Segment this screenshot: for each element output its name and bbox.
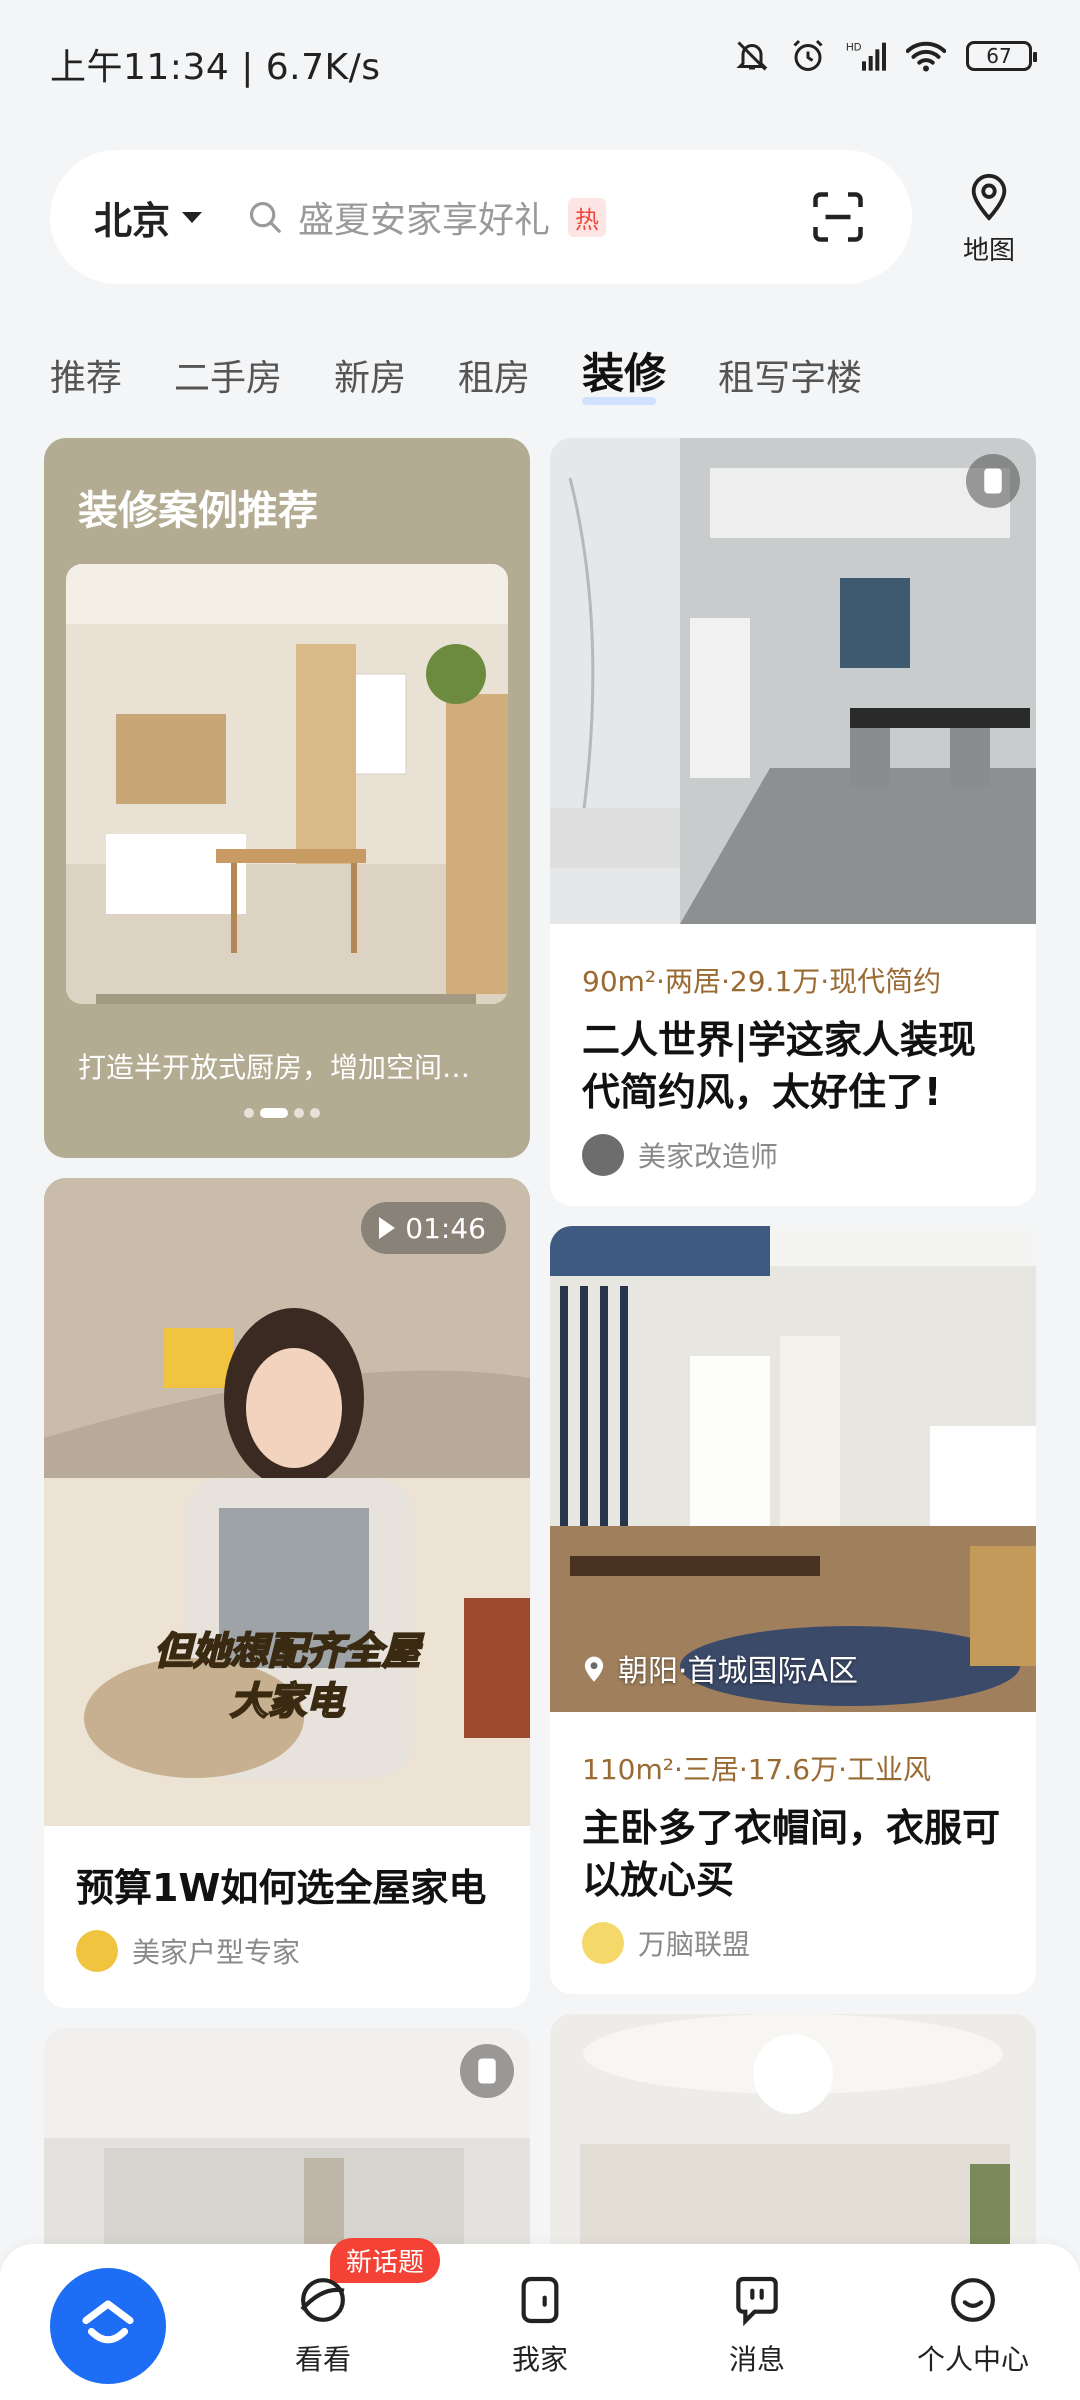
case-card-body: 110m²·三居·17.6万·工业风 主卧多了衣帽间，衣服可以放心买 万脑联盟: [550, 1712, 1036, 1964]
status-icons: HD 67: [734, 38, 1037, 74]
clock-text: 上午11:34: [50, 47, 230, 88]
author-name: 美家改造师: [638, 1140, 779, 1173]
video-duration: 01:46: [361, 1202, 506, 1254]
search-bar[interactable]: 北京 盛夏安家享好礼 热: [50, 150, 912, 284]
duration-text: 01:46: [405, 1211, 486, 1245]
nav-my-home[interactable]: 我家: [470, 2272, 610, 2378]
case-meta: 90m²·两居·29.1万·现代简约: [582, 965, 942, 998]
city-label: 北京: [94, 198, 171, 243]
case-image: 朝阳·首城国际A区: [550, 1226, 1036, 1712]
network-speed: 6.7K/s: [265, 47, 381, 88]
video-thumbnail: 01:46 但她想配齐全屋 大家电: [44, 1178, 530, 1826]
location-text: 朝阳·首城国际A区: [618, 1654, 859, 1689]
mute-bell-icon: [736, 41, 768, 71]
tab-rent[interactable]: 租房: [458, 349, 530, 401]
carousel-dot: [310, 1108, 320, 1118]
tab-renovation[interactable]: 装修: [582, 340, 666, 405]
nav-label: 看看: [294, 2343, 351, 2376]
case-card[interactable]: 90m²·两居·29.1万·现代简约 二人世界|学这家人装现代简约风，太好住了!…: [550, 438, 1036, 1206]
tab-office-rent[interactable]: 租写字楼: [718, 349, 862, 401]
featured-case-card[interactable]: 装修案例推荐 打造半开放式厨房，增加空间…: [44, 438, 530, 1158]
profile-icon: [951, 2278, 995, 2322]
featured-caption: 打造半开放式厨房，增加空间…: [78, 1051, 471, 1084]
battery-icon: 67: [966, 41, 1037, 71]
case-card-body: 90m²·两居·29.1万·现代简约 二人世界|学这家人装现代简约风，太好住了!…: [550, 924, 1036, 1176]
vr-badge: [966, 454, 1020, 508]
carousel-dot-active: [260, 1108, 288, 1118]
overlay-line-1: 但她想配齐全屋: [153, 1628, 421, 1674]
author-name: 美家户型专家: [132, 1936, 301, 1969]
nav-messages[interactable]: 消息: [687, 2272, 827, 2378]
location-pin-icon: [584, 1656, 604, 1682]
map-button[interactable]: 地图: [954, 168, 1024, 267]
nav-label: 我家: [511, 2343, 568, 2376]
scan-icon[interactable]: [808, 187, 868, 247]
svg-text:HD: HD: [846, 42, 862, 54]
video-overlay-caption: 但她想配齐全屋 大家电: [44, 1626, 530, 1726]
location-tag: 朝阳·首城国际A区: [580, 1646, 858, 1690]
nav-explore[interactable]: 看看: [253, 2272, 393, 2378]
bottom-nav: 新话题 看看 我家 消息 个人中心: [0, 2238, 1080, 2400]
status-time: 上午11:34 | 6.7K/s: [50, 47, 381, 88]
vr-icon: [984, 468, 1002, 494]
video-card-body: 预算1W如何选全屋家电 美家户型专家: [44, 1826, 530, 1972]
category-tabs: 推荐 二手房 新房 租房 装修 租写字楼: [50, 340, 914, 405]
message-icon: [736, 2276, 778, 2327]
case-author[interactable]: 万脑联盟: [582, 1922, 1004, 1964]
case-meta: 110m²·三居·17.6万·工业风: [582, 1753, 931, 1786]
case-author[interactable]: 美家改造师: [582, 1134, 1004, 1176]
featured-title: 装修案例推荐: [78, 488, 318, 534]
home-logo-icon: [82, 2300, 134, 2344]
chevron-down-icon: [182, 211, 203, 223]
battery-level: 67: [986, 44, 1012, 68]
tab-new-house[interactable]: 新房: [334, 349, 406, 401]
author-name: 万脑联盟: [638, 1928, 751, 1961]
case-card[interactable]: 朝阳·首城国际A区 110m²·三居·17.6万·工业风 主卧多了衣帽间，衣服可…: [550, 1226, 1036, 1994]
nav-label: 消息: [728, 2343, 785, 2376]
map-pin-icon: [971, 174, 1007, 221]
case-image: [550, 438, 1036, 924]
avatar: [582, 1922, 624, 1964]
signal-icon: HD: [846, 42, 886, 71]
featured-image: [66, 564, 508, 1004]
tab-recommend[interactable]: 推荐: [50, 349, 122, 401]
carousel-dots: [244, 1108, 320, 1118]
map-label: 地图: [962, 236, 1015, 266]
video-card[interactable]: 01:46 但她想配齐全屋 大家电 预算1W如何选全屋家电 美家户型专家: [44, 1178, 530, 2008]
search-icon: [249, 201, 281, 233]
overlay-line-2: 大家电: [229, 1678, 345, 1724]
video-title: 预算1W如何选全屋家电: [76, 1866, 487, 1910]
tab-second-hand[interactable]: 二手房: [174, 349, 282, 401]
home-door-icon: [521, 2276, 559, 2324]
search-input[interactable]: 盛夏安家享好礼: [298, 191, 550, 243]
city-selector[interactable]: 北京: [94, 190, 203, 245]
avatar: [76, 1930, 118, 1972]
status-bar: 上午11:34 | 6.7K/s HD 67: [0, 0, 1080, 120]
nav-label: 个人中心: [916, 2343, 1029, 2376]
vr-icon: [478, 2058, 496, 2084]
vr-badge: [460, 2044, 514, 2098]
alarm-icon: [793, 39, 823, 71]
video-author[interactable]: 美家户型专家: [76, 1930, 498, 1972]
hot-badge: 热: [568, 197, 607, 237]
nav-profile[interactable]: 个人中心: [903, 2272, 1043, 2378]
case-title: 二人世界|学这家人装现代简约风，太好住了!: [582, 1018, 976, 1114]
explore-icon: [300, 2278, 345, 2322]
carousel-dot: [294, 1108, 304, 1118]
home-button[interactable]: [50, 2268, 166, 2384]
play-icon: [379, 1217, 396, 1239]
wifi-icon: [906, 41, 946, 72]
avatar: [582, 1134, 624, 1176]
carousel-dot: [244, 1108, 254, 1118]
case-title: 主卧多了衣帽间，衣服可以放心买: [582, 1806, 1001, 1902]
